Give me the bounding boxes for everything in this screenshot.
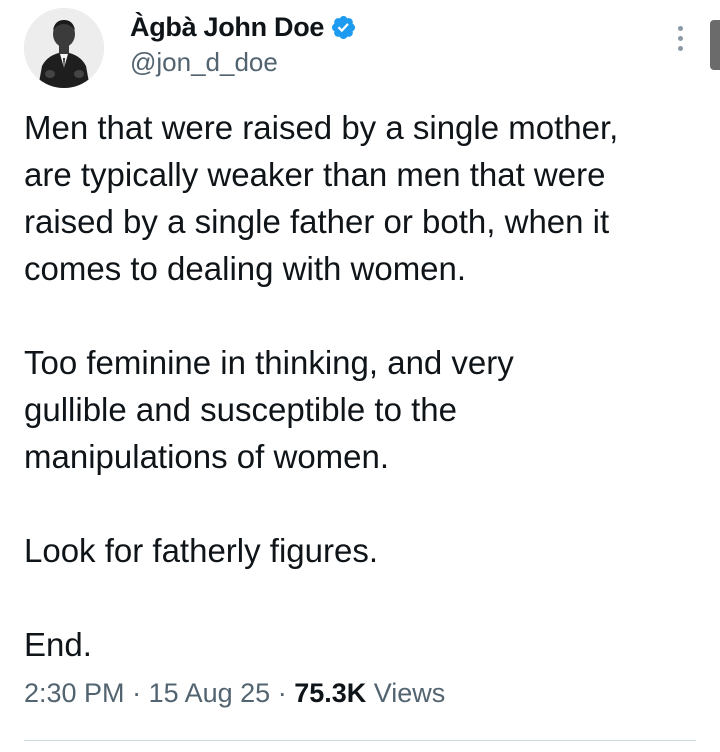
views-label: Views <box>366 678 446 708</box>
divider <box>24 740 696 741</box>
tweet-time[interactable]: 2:30 PM <box>24 678 125 708</box>
more-vertical-icon-dot <box>677 45 683 51</box>
avatar-photo <box>24 8 104 88</box>
tweet-paragraph: End. <box>24 626 92 663</box>
tweet-paragraph: Too feminine in thinking, and very gulli… <box>24 344 514 475</box>
scrollbar-thumb[interactable] <box>710 20 720 70</box>
more-vertical-icon-dot <box>677 35 683 41</box>
tweet-detail: Àgbà John Doe @jon_d_doe Men that were r… <box>0 0 720 752</box>
verified-badge-icon <box>330 14 357 41</box>
author-name-row[interactable]: Àgbà John Doe <box>130 10 357 44</box>
author-display-name[interactable]: Àgbà John Doe <box>130 12 324 43</box>
tweet-paragraph: Men that were raised by a single mother,… <box>24 109 619 287</box>
meta-separator: · <box>270 678 295 708</box>
tweet-date[interactable]: 15 Aug 25 <box>149 678 271 708</box>
avatar[interactable] <box>24 8 104 88</box>
tweet-paragraph: Look for fatherly figures. <box>24 532 379 569</box>
more-options-button[interactable] <box>664 18 696 58</box>
more-vertical-icon <box>677 25 683 31</box>
tweet-metadata: 2:30 PM · 15 Aug 25 · 75.3K Views <box>24 678 445 709</box>
author-handle[interactable]: @jon_d_doe <box>130 47 278 78</box>
meta-separator: · <box>124 678 149 708</box>
tweet-text: Men that were raised by a single mother,… <box>24 104 704 668</box>
views-count[interactable]: 75.3K <box>294 678 366 708</box>
